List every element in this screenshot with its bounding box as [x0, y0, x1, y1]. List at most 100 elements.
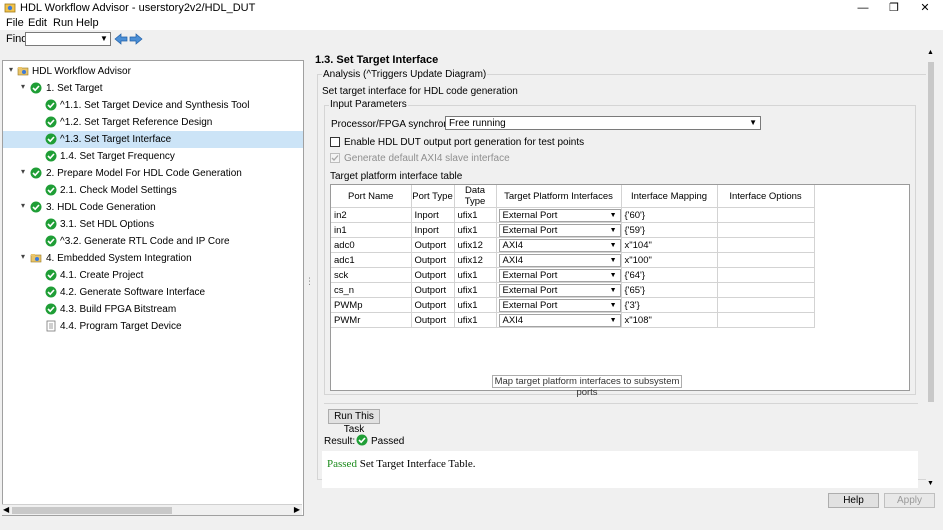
chevron-down-icon[interactable]: ▼	[610, 285, 617, 297]
chevron-down-icon[interactable]: ▼	[610, 225, 617, 237]
port-name: PWMp	[331, 297, 412, 313]
chevron-down-icon[interactable]: ▼	[99, 34, 109, 44]
tree-item-4-4[interactable]: 4.4. Program Target Device	[3, 318, 303, 335]
tree-item-1-1[interactable]: ^1.1. Set Target Device and Synthesis To…	[3, 97, 303, 114]
scroll-up-icon[interactable]: ▲	[927, 49, 934, 56]
interface-mapping[interactable]: x"104"	[621, 237, 718, 253]
chevron-down-icon[interactable]: ▼	[610, 210, 617, 222]
map-interfaces-button[interactable]: Map target platform interfaces to subsys…	[492, 375, 682, 398]
scroll-right-icon[interactable]: ▶	[294, 505, 300, 514]
check-icon	[45, 116, 57, 128]
close-button[interactable]: ✕	[907, 0, 943, 16]
table-row[interactable]: sck Outport ufix1 External Port ▼ {'64'}	[331, 267, 815, 283]
port-type: Outport	[411, 312, 455, 328]
menu-run[interactable]: Run	[53, 17, 73, 29]
interface-mapping[interactable]: {'64'}	[621, 267, 718, 283]
interface-mapping[interactable]: {'65'}	[621, 282, 718, 298]
tree-item-label: 3. HDL Code Generation	[46, 202, 156, 213]
help-button[interactable]: Help	[828, 493, 879, 508]
port-type: Outport	[411, 252, 455, 268]
scroll-left-icon[interactable]: ◀	[3, 505, 9, 514]
tree-horizontal-scrollbar[interactable]: ◀ ▶	[2, 504, 302, 515]
tree-item-1-2[interactable]: ^1.2. Set Target Reference Design	[3, 114, 303, 131]
task-title: 1.3. Set Target Interface	[315, 54, 439, 66]
interface-dropdown[interactable]: External Port ▼	[498, 208, 621, 222]
menu-file[interactable]: File	[6, 17, 24, 29]
scrollbar-thumb[interactable]	[928, 62, 934, 402]
interface-dropdown[interactable]: AXI4 ▼	[498, 253, 621, 267]
interface-options[interactable]	[717, 312, 815, 328]
table-row[interactable]: in2 Inport ufix1 External Port ▼ {'60'}	[331, 207, 815, 223]
table-row[interactable]: PWMp Outport ufix1 External Port ▼ {'3'}	[331, 297, 815, 313]
find-input[interactable]: ▼	[25, 32, 111, 46]
panel-vertical-scrollbar[interactable]: ▲ ▼	[926, 48, 936, 488]
app-icon	[4, 3, 16, 13]
tree-item-2-1[interactable]: 2.1. Check Model Settings	[3, 182, 303, 199]
chevron-down-icon[interactable]: ▼	[610, 255, 617, 267]
run-task-button[interactable]: Run This Task	[328, 409, 380, 435]
interface-dropdown[interactable]: External Port ▼	[498, 283, 621, 297]
tree-item-1-3[interactable]: ^1.3. Set Target Interface	[3, 131, 303, 148]
interface-options[interactable]	[717, 207, 815, 223]
table-row[interactable]: PWMr Outport ufix1 AXI4 ▼ x"108"	[331, 312, 815, 328]
interface-options[interactable]	[717, 297, 815, 313]
chevron-down-icon[interactable]: ▾	[18, 201, 28, 211]
menu-help[interactable]: Help	[76, 17, 99, 29]
chevron-down-icon[interactable]: ▼	[610, 315, 617, 327]
interface-mapping[interactable]: {'3'}	[621, 297, 718, 313]
table-row[interactable]: in1 Inport ufix1 External Port ▼ {'59'}	[331, 222, 815, 238]
interface-mapping[interactable]: {'60'}	[621, 207, 718, 223]
tree-item-3-1[interactable]: 3.1. Set HDL Options	[3, 216, 303, 233]
interface-mapping[interactable]: {'59'}	[621, 222, 718, 238]
axi4-slave-checkbox[interactable]	[330, 153, 340, 163]
chevron-down-icon[interactable]: ▾	[18, 167, 28, 177]
tree-item-embedded[interactable]: ▾ 4. Embedded System Integration	[3, 250, 303, 267]
chevron-down-icon[interactable]: ▾	[18, 82, 28, 92]
interface-options[interactable]	[717, 237, 815, 253]
scroll-down-icon[interactable]: ▼	[927, 480, 934, 487]
back-arrow-icon[interactable]	[114, 33, 128, 45]
interface-options[interactable]	[717, 267, 815, 283]
interface-value: External Port	[502, 269, 558, 281]
apply-button[interactable]: Apply	[884, 493, 935, 508]
interface-options[interactable]	[717, 222, 815, 238]
interface-dropdown[interactable]: External Port ▼	[498, 223, 621, 237]
table-row[interactable]: adc0 Outport ufix12 AXI4 ▼ x"104"	[331, 237, 815, 253]
test-points-checkbox[interactable]	[330, 137, 340, 147]
interface-mapping[interactable]: x"108"	[621, 312, 718, 328]
chevron-down-icon[interactable]: ▼	[610, 240, 617, 252]
table-row[interactable]: cs_n Outport ufix1 External Port ▼ {'65'}	[331, 282, 815, 298]
tree-item-prepare-model[interactable]: ▾ 2. Prepare Model For HDL Code Generati…	[3, 165, 303, 182]
sync-dropdown[interactable]: Free running ▼	[445, 116, 761, 130]
scrollbar-thumb[interactable]	[12, 507, 172, 514]
interface-dropdown[interactable]: External Port ▼	[498, 268, 621, 282]
tree-item-hdl-codegen[interactable]: ▾ 3. HDL Code Generation	[3, 199, 303, 216]
interface-options[interactable]	[717, 252, 815, 268]
app-window: HDL Workflow Advisor - userstory2v2/HDL_…	[0, 0, 943, 530]
tree-item-4-1[interactable]: 4.1. Create Project	[3, 267, 303, 284]
table-row[interactable]: adc1 Outport ufix12 AXI4 ▼ x"100"	[331, 252, 815, 268]
chevron-down-icon[interactable]: ▾	[6, 65, 16, 75]
interface-options[interactable]	[717, 282, 815, 298]
port-type: Outport	[411, 297, 455, 313]
menu-edit[interactable]: Edit	[28, 17, 47, 29]
axi4-slave-label: Generate default AXI4 slave interface	[344, 153, 510, 164]
interface-dropdown[interactable]: AXI4 ▼	[498, 238, 621, 252]
interface-mapping[interactable]: x"100"	[621, 252, 718, 268]
interface-dropdown[interactable]: AXI4 ▼	[498, 313, 621, 327]
tree-item-root[interactable]: ▾ HDL Workflow Advisor	[3, 63, 303, 80]
tree-item-3-2[interactable]: ^3.2. Generate RTL Code and IP Core	[3, 233, 303, 250]
tree-item-4-3[interactable]: 4.3. Build FPGA Bitstream	[3, 301, 303, 318]
port-name: in2	[331, 207, 412, 223]
port-name: cs_n	[331, 282, 412, 298]
chevron-down-icon[interactable]: ▾	[18, 252, 28, 262]
forward-arrow-icon[interactable]	[129, 33, 143, 45]
tree-item-set-target[interactable]: ▾ 1. Set Target	[3, 80, 303, 97]
chevron-down-icon[interactable]: ▼	[610, 270, 617, 282]
interface-dropdown[interactable]: External Port ▼	[498, 298, 621, 312]
tree-item-1-4[interactable]: 1.4. Set Target Frequency	[3, 148, 303, 165]
chevron-down-icon[interactable]: ▼	[610, 300, 617, 312]
tree-item-4-2[interactable]: 4.2. Generate Software Interface	[3, 284, 303, 301]
chevron-down-icon[interactable]: ▼	[749, 118, 757, 127]
tree-item-label: ^1.3. Set Target Interface	[60, 134, 172, 145]
